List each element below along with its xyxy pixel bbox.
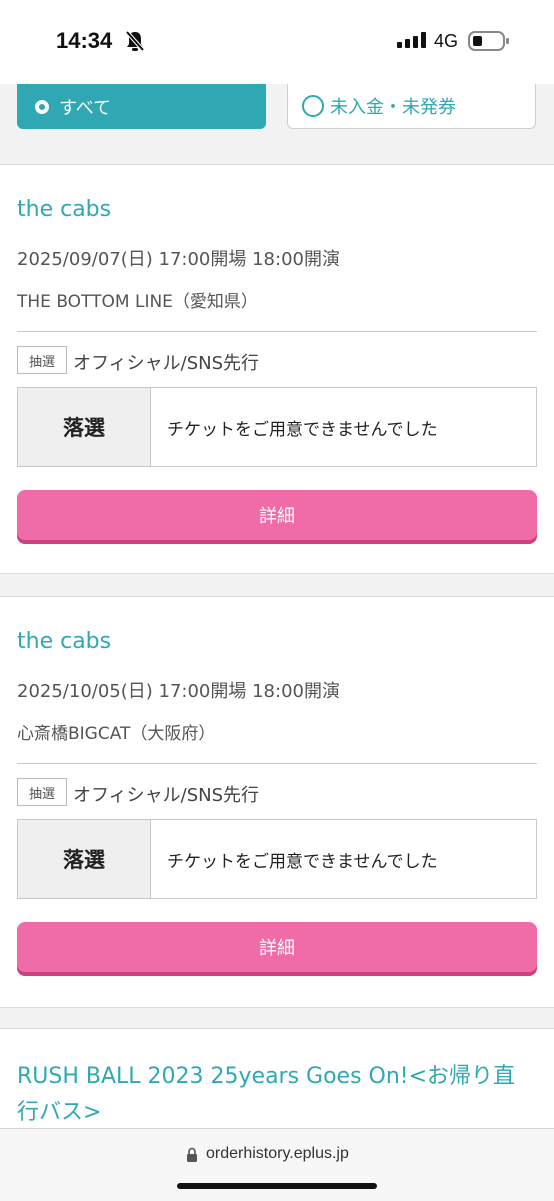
browser-url-bar[interactable]: orderhistory.eplus.jp xyxy=(0,1128,554,1201)
divider xyxy=(17,763,537,764)
order-card: the cabs 2025/10/05(日) 17:00開場 18:00開演 心… xyxy=(0,596,554,1008)
status-time: 14:34 xyxy=(56,28,113,53)
home-indicator xyxy=(177,1183,377,1189)
bell-slash-icon xyxy=(125,30,145,52)
detail-button[interactable]: 詳細 xyxy=(17,490,537,540)
event-title[interactable]: the cabs xyxy=(17,197,111,222)
result-message: チケットをご用意できませんでした xyxy=(167,419,438,440)
sale-type: オフィシャル/SNS先行 xyxy=(73,353,260,374)
filter-bar: すべて 未入金・未発券 xyxy=(0,84,554,164)
event-title[interactable]: the cabs xyxy=(17,629,111,654)
result-status: 落選 xyxy=(18,820,151,898)
signal-icon xyxy=(397,32,426,48)
event-date: 2025/10/05(日) 17:00開場 18:00開演 xyxy=(17,681,340,702)
order-card: RUSH BALL 2023 25years Goes On!<お帰り直行バス> xyxy=(0,1028,554,1130)
sale-type: オフィシャル/SNS先行 xyxy=(73,785,260,806)
event-date: 2025/09/07(日) 17:00開場 18:00開演 xyxy=(17,249,340,270)
divider xyxy=(17,331,537,332)
battery-icon xyxy=(468,31,509,51)
filter-all-label: すべて xyxy=(59,97,112,119)
status-bar: 14:34 4G xyxy=(0,0,554,84)
url-text: orderhistory.eplus.jp xyxy=(206,1145,349,1162)
filter-all-button[interactable]: すべて xyxy=(17,84,266,129)
result-box: 落選 チケットをご用意できませんでした xyxy=(17,819,537,899)
event-title[interactable]: RUSH BALL 2023 25years Goes On!<お帰り直行バス> xyxy=(17,1059,537,1131)
event-venue: 心斎橋BIGCAT（大阪府） xyxy=(17,724,216,744)
result-box: 落選 チケットをご用意できませんでした xyxy=(17,387,537,467)
lottery-tag: 抽選 xyxy=(17,346,67,374)
filter-unpaid-button[interactable]: 未入金・未発券 xyxy=(287,84,536,129)
network-type: 4G xyxy=(434,31,459,51)
detail-button[interactable]: 詳細 xyxy=(17,922,537,972)
lock-icon xyxy=(187,1147,197,1162)
radio-selected-icon xyxy=(35,99,49,114)
order-card: the cabs 2025/09/07(日) 17:00開場 18:00開演 T… xyxy=(0,164,554,574)
result-message: チケットをご用意できませんでした xyxy=(167,851,438,872)
lottery-tag: 抽選 xyxy=(17,778,67,806)
event-venue: THE BOTTOM LINE（愛知県） xyxy=(17,292,258,312)
result-status: 落選 xyxy=(18,388,151,466)
filter-unpaid-label: 未入金・未発券 xyxy=(330,97,456,118)
radio-unselected-icon xyxy=(302,95,324,117)
